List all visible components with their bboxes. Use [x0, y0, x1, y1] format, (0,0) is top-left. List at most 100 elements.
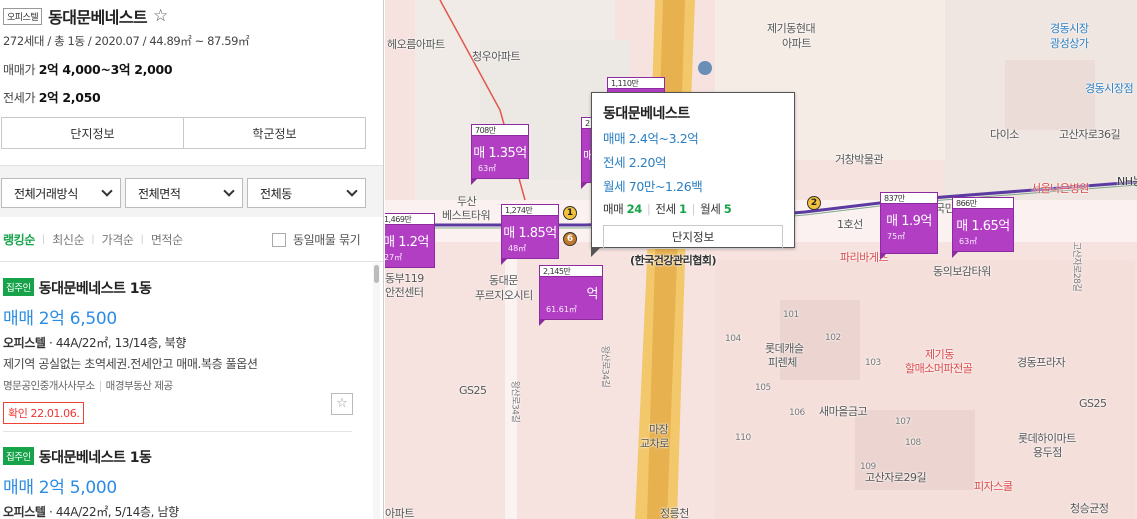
jeonse-price-line: 전세가 2억 2,050	[3, 87, 383, 106]
count-monthly: 5	[723, 202, 732, 216]
price-marker[interactable]: 837만 매 1.9억 75㎡	[880, 192, 938, 260]
building-number: 102	[825, 333, 841, 343]
map-label: 할매소머파전골	[905, 362, 973, 375]
group-same-label: 동일매물 묶기	[293, 233, 361, 247]
map-label: 아파트	[782, 37, 811, 50]
sort-area[interactable]: 면적순	[151, 231, 183, 248]
listing-note: 제기역 공실없는 초역세권.전세안고 매매.복층 풀옵션	[3, 357, 258, 371]
popup-counts: 매매 24 | 전세 1 | 월세 5	[603, 202, 732, 216]
map-label: NH농	[1117, 175, 1137, 188]
marker-area: 61.61㎡	[546, 305, 577, 314]
chevron-down-icon	[101, 185, 113, 197]
confirm-date-badge: 확인 22.01.06.	[3, 402, 85, 424]
scrollbar-track[interactable]	[373, 263, 380, 519]
building-number: 104	[725, 334, 741, 344]
listing-source: 명문공인중개사사무소 | 매경부동산 제공	[3, 380, 173, 392]
count-jeonse-label: 전세	[655, 202, 676, 216]
complex-meta: 272세대 / 총 1동 / 2020.07 / 44.89㎡ ~ 87.59㎡	[3, 34, 250, 48]
building-number: 108	[905, 438, 921, 448]
marker-count: 708만	[472, 125, 528, 136]
provider-name: 매경부동산 제공	[105, 380, 173, 392]
building-number: 105	[755, 383, 771, 393]
price-marker[interactable]: 1,469만 매 1.2억 27㎡	[385, 213, 435, 268]
marker-count: 2,145만	[540, 266, 602, 277]
subway-line-1-icon[interactable]: 1	[563, 206, 577, 220]
type-badge: 오피스텔	[3, 7, 43, 25]
building-number: 101	[783, 310, 799, 320]
sale-price-value: 2억 4,000~3억 2,000	[38, 62, 173, 77]
checkbox-icon[interactable]	[272, 232, 286, 247]
scrollbar-thumb[interactable]	[374, 265, 379, 283]
map-view[interactable]: 헤오름아파트 청우아파트 제기동현대 아파트 경동시장 광성상가 경동시장점 다…	[385, 0, 1137, 519]
area-value: 전체면적	[138, 186, 181, 201]
map-label: 피자스쿨	[974, 480, 1013, 493]
listing-name: 동대문베네스트 1동	[38, 450, 152, 466]
divider	[3, 431, 352, 432]
bookmark-star-icon[interactable]: ☆	[331, 393, 353, 415]
marker-count: 1,274만	[502, 205, 558, 216]
marker-area: 63㎡	[959, 237, 978, 246]
sort-price[interactable]: 가격순	[102, 231, 134, 248]
complex-header: 오피스텔 동대문베네스트 ☆ 272세대 / 총 1동 / 2020.07 / …	[0, 0, 383, 106]
chevron-down-icon	[346, 185, 358, 197]
dong-value: 전체동	[260, 186, 292, 201]
map-label: 아파트	[385, 507, 414, 519]
listing-item[interactable]: 집주인 동대문베네스트 1동 매매 2억 6,500 오피스텔 · 44A/22㎡…	[3, 278, 353, 424]
building-number: 110	[735, 433, 751, 443]
listing-name: 동대문베네스트 1동	[38, 281, 152, 297]
listing-spec-text: 44A/22㎡, 5/14층, 남향	[55, 505, 179, 519]
owner-badge: 집주인	[3, 278, 34, 296]
map-label: 경동프라자	[1017, 356, 1066, 369]
map-label: 청승균정	[1070, 502, 1109, 515]
listing-price: 매매 2억 6,500	[3, 309, 117, 329]
map-label: GS25	[1079, 397, 1107, 410]
trade-type-dropdown[interactable]: 전체거래방식	[1, 178, 121, 208]
owner-badge: 집주인	[3, 447, 34, 465]
map-label: 경동시장점	[1085, 82, 1134, 95]
map-label: 왕산로34길	[509, 380, 520, 423]
star-icon[interactable]: ☆	[153, 6, 168, 26]
marker-price: 매 1.9억	[886, 214, 932, 229]
listing-panel: 오피스텔 동대문베네스트 ☆ 272세대 / 총 1동 / 2020.07 / …	[0, 0, 384, 519]
listing-item[interactable]: 집주인 동대문베네스트 1동 매매 2억 5,000 오피스텔 · 44A/22㎡…	[3, 447, 353, 519]
popup-jeonse: 전세 2.20억	[603, 155, 667, 170]
price-marker[interactable]: 1,274만 매 1.85억 48㎡	[501, 204, 559, 265]
area-dropdown[interactable]: 전체면적	[125, 178, 243, 208]
marker-price: 매 1.2억	[385, 235, 429, 250]
count-sale-label: 매매	[603, 202, 624, 216]
map-label: 베스트타워	[442, 209, 491, 222]
sale-price-label: 매매가	[3, 63, 36, 77]
popup-title: 동대문베네스트	[603, 106, 690, 122]
jeonse-price-label: 전세가	[3, 91, 36, 105]
price-marker[interactable]: 2,145만 억 61.61㎡	[539, 265, 603, 326]
sale-price-line: 매매가 2억 4,000~3억 2,000	[3, 59, 383, 78]
listing-spec: 오피스텔 · 44A/22㎡, 5/14층, 남향	[3, 505, 179, 519]
map-label: 경동시장	[1050, 22, 1089, 35]
listing-spec: 오피스텔 · 44A/22㎡, 13/14층, 북향	[3, 336, 186, 350]
map-label: 거창박물관	[835, 153, 884, 166]
agency-name[interactable]: 명문공인중개사사무소	[3, 380, 95, 392]
map-label: 교차로	[640, 437, 669, 450]
listing-price: 매매 2억 5,000	[3, 478, 117, 498]
subway-line-6-icon[interactable]: 6	[563, 232, 577, 246]
price-marker[interactable]: 866만 매 1.65억 63㎡	[952, 197, 1014, 258]
dong-dropdown[interactable]: 전체동	[247, 178, 366, 208]
map-label: GS25	[459, 384, 487, 397]
map-label: 새마을금고	[819, 405, 868, 418]
map-label: 안전센터	[385, 286, 424, 299]
sort-latest[interactable]: 최신순	[52, 231, 84, 248]
marker-count: 1,110만	[608, 78, 664, 89]
group-same-listings[interactable]: 동일매물 묶기	[272, 231, 361, 248]
sort-ranking[interactable]: 랭킹순	[3, 231, 35, 248]
complex-popup: 동대문베네스트 매매 2.4억~3.2억 전세 2.20억 월세 70만~1.2…	[591, 92, 795, 257]
popup-monthly: 월세 70만~1.26백	[603, 179, 703, 194]
trade-type-value: 전체거래방식	[14, 186, 78, 201]
map-label: 동대문	[489, 274, 518, 287]
complex-info-button[interactable]: 단지정보	[2, 118, 184, 148]
subway-line-2-icon[interactable]: 2	[807, 196, 821, 210]
price-marker[interactable]: 708만 매 1.35억 63㎡	[471, 124, 529, 185]
count-monthly-label: 월세	[700, 202, 721, 216]
popup-complex-info-button[interactable]: 단지정보	[603, 225, 783, 249]
map-label: (한국건강관리협회)	[630, 254, 717, 267]
school-info-button[interactable]: 학군정보	[184, 118, 365, 148]
